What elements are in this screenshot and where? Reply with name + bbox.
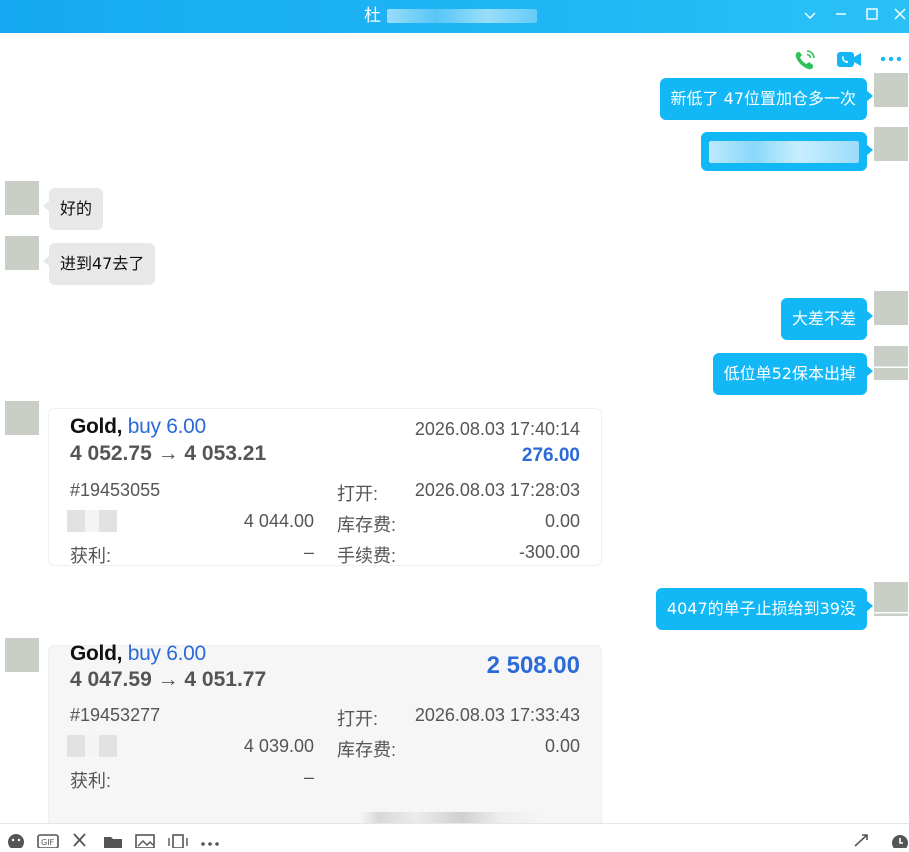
take-profit-label: 获利: [70,771,112,791]
order-id: #19453055 [70,480,161,500]
open-time: 2026.08.03 17:28:03 [414,480,580,500]
trade-direction: buy 6.00 [127,642,206,665]
swap-value: 0.00 [544,736,580,756]
avatar[interactable] [5,638,39,672]
message-bubble[interactable]: 新低了 47位置加仓多一次 [659,78,874,120]
swap-label: 库存费: [337,740,397,760]
message-bubble[interactable]: 低位单52保本出掉 [712,353,874,395]
emoji-icon[interactable] [6,832,26,850]
expand-icon[interactable] [851,832,871,848]
trade-prices: 4 047.59 → 4 051.77 [70,668,267,691]
take-profit-value: – [303,542,314,562]
open-label: 打开: [337,709,379,729]
take-profit-label: 获利: [70,546,112,566]
more-icon[interactable] [878,48,904,72]
chevron-down-icon[interactable] [799,5,821,27]
open-time: 2026.08.03 17:33:43 [414,705,580,725]
open-label: 打开: [337,484,379,504]
message-bubble[interactable]: 大差不差 [780,298,874,340]
trade-card[interactable]: Gold, buy 6.00 2 508.00 4 047.59 → 4 051… [48,642,602,830]
avatar[interactable] [874,291,908,325]
trade-profit: 276.00 [521,445,580,466]
message-bubble[interactable]: 4047的单子止损给到39没 [655,588,874,630]
scissors-icon[interactable] [70,832,90,848]
trade-symbol: Gold, buy 6.00 [70,415,206,438]
minimize-icon[interactable] [830,5,852,27]
avatar[interactable] [5,181,39,215]
window-title: 杜 [364,6,537,26]
more-tools-icon[interactable] [199,832,219,848]
video-call-icon[interactable] [836,48,862,72]
title-redacted [387,9,537,23]
fee-value: -300.00 [518,542,580,562]
avatar[interactable] [5,236,39,270]
trade-symbol: Gold, buy 6.00 [70,642,206,665]
message-bubble[interactable]: 进到47去了 [42,243,156,285]
trade-card[interactable]: Gold, buy 6.00 2026.08.03 17:40:14 4 052… [48,408,602,566]
image-icon[interactable] [135,832,155,849]
folder-icon[interactable] [103,832,123,848]
title-bar: 杜 [0,0,909,33]
take-profit-value: – [303,767,314,787]
order-id: #19453277 [70,705,161,725]
redacted-text [709,140,859,163]
stop-loss-label-redacted [67,735,117,757]
avatar[interactable] [874,73,908,107]
avatar[interactable] [874,127,908,161]
swap-label: 库存费: [337,515,397,535]
maximize-icon[interactable] [861,5,883,27]
close-time: 2026.08.03 17:40:14 [414,419,580,439]
shake-icon[interactable] [166,832,188,849]
trade-prices: 4 052.75 → 4 053.21 [70,442,267,465]
message-bubble[interactable]: 好的 [42,188,104,230]
phone-call-icon[interactable] [792,48,818,72]
avatar[interactable] [5,401,39,435]
close-icon[interactable] [890,5,909,27]
stop-loss-value: 4 039.00 [243,736,314,756]
fee-label: 手续费: [337,546,397,566]
trade-profit: 2 508.00 [486,652,580,679]
svg-text:GIF: GIF [41,838,55,847]
history-icon[interactable] [889,832,909,848]
message-bubble-redacted[interactable] [701,132,873,171]
swap-value: 0.00 [544,511,580,531]
gif-icon[interactable]: GIF [37,832,59,849]
stop-loss-label-redacted [67,510,117,532]
avatar[interactable] [874,582,908,616]
trade-direction: buy 6.00 [127,415,206,438]
avatar[interactable] [874,346,908,380]
stop-loss-value: 4 044.00 [243,511,314,531]
input-toolbar: GIF [0,823,909,850]
